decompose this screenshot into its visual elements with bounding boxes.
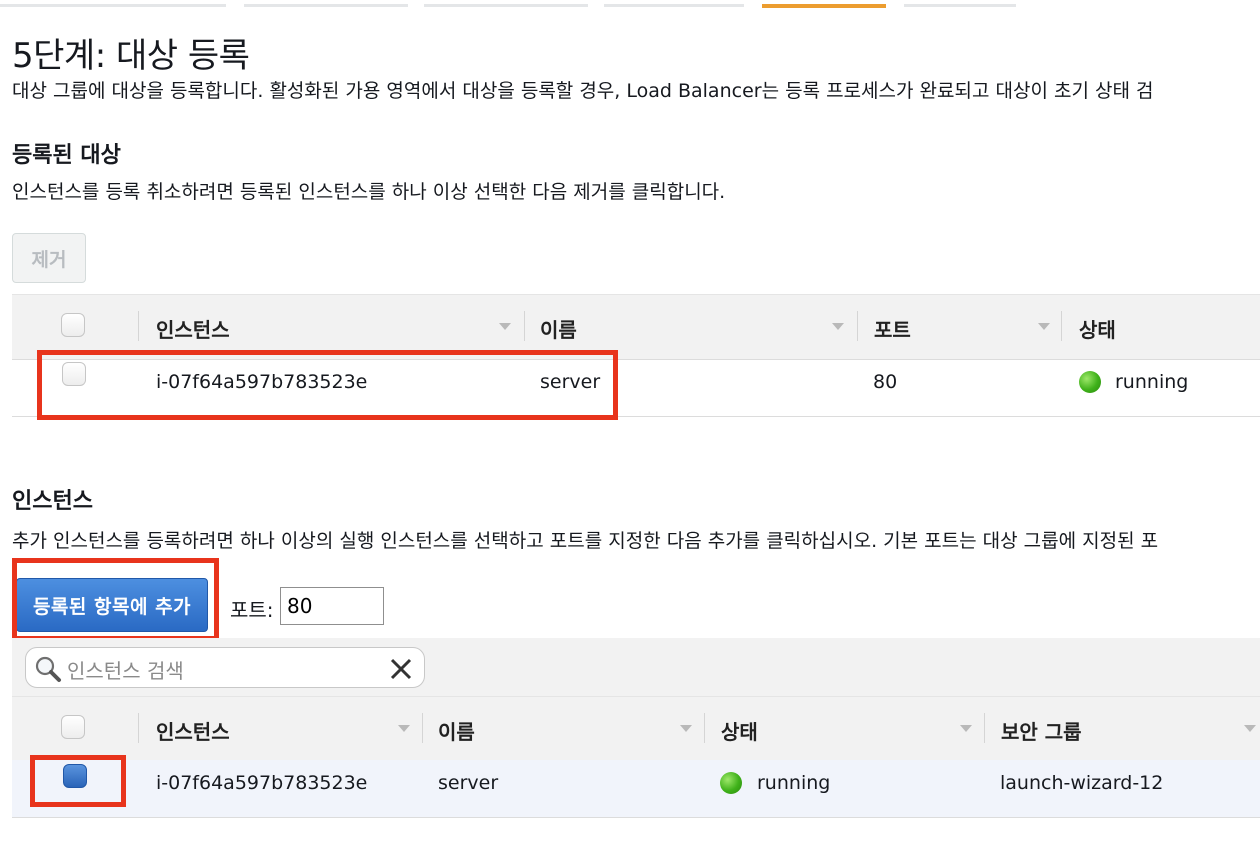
column-divider: [138, 311, 139, 341]
step-tab-5-active[interactable]: [762, 4, 886, 8]
col-header-security-group[interactable]: 보안 그룹: [1001, 716, 1082, 745]
column-divider: [704, 713, 705, 743]
column-divider: [524, 311, 525, 341]
column-divider: [422, 713, 423, 743]
instances-toolbar: 인스턴스 검색: [12, 638, 1260, 696]
sort-icon[interactable]: [832, 323, 844, 330]
instance-status: running: [757, 772, 831, 794]
sort-icon[interactable]: [1244, 725, 1256, 732]
step-tab-1[interactable]: [0, 4, 226, 7]
registered-status: running: [1115, 371, 1189, 393]
sort-icon[interactable]: [960, 725, 972, 732]
instance-name: server: [438, 772, 499, 794]
page-description: 대상 그룹에 대상을 등록합니다. 활성화된 가용 영역에서 대상을 등록할 경…: [12, 80, 1154, 102]
search-icon: [34, 655, 62, 687]
col-header-port[interactable]: 포트: [874, 314, 911, 343]
column-divider: [1061, 311, 1062, 341]
registered-targets-title: 등록된 대상: [12, 143, 121, 168]
step-tab-6[interactable]: [904, 4, 1016, 7]
sort-icon[interactable]: [499, 323, 511, 330]
page-title: 5단계: 대상 등록: [12, 36, 250, 76]
select-all-registered-checkbox[interactable]: [61, 313, 85, 337]
instances-table-header: 인스턴스 이름 상태 보안 그룹: [12, 696, 1260, 762]
column-divider: [857, 311, 858, 341]
instance-search-box[interactable]: 인스턴스 검색: [25, 647, 425, 688]
instances-table-row[interactable]: i-07f64a597b783523e server running launc…: [12, 760, 1260, 818]
col-header-instance[interactable]: 인스턴스: [156, 716, 230, 745]
clear-search-icon[interactable]: [389, 657, 413, 685]
highlight-box-instance-checkbox: [30, 755, 126, 807]
step-tab-3[interactable]: [424, 4, 588, 7]
sort-icon[interactable]: [398, 725, 410, 732]
sort-icon[interactable]: [1038, 323, 1050, 330]
port-label: 포트:: [230, 598, 274, 622]
remove-button[interactable]: 제거: [12, 233, 86, 283]
instance-id: i-07f64a597b783523e: [156, 772, 368, 794]
step-tab-2[interactable]: [244, 4, 408, 7]
col-header-instance[interactable]: 인스턴스: [156, 314, 230, 343]
instances-title: 인스턴스: [12, 489, 93, 514]
instances-description: 추가 인스턴스를 등록하려면 하나 이상의 실행 인스턴스를 선택하고 포트를 …: [12, 530, 1159, 552]
sort-icon[interactable]: [680, 725, 692, 732]
step-tab-4[interactable]: [604, 4, 744, 7]
running-status-icon: [1079, 371, 1101, 393]
registered-targets-description: 인스턴스를 등록 취소하려면 등록된 인스턴스를 하나 이상 선택한 다음 제거…: [12, 181, 726, 203]
running-status-icon: [720, 772, 742, 794]
highlight-box-add-button: [12, 558, 219, 641]
col-header-name[interactable]: 이름: [438, 716, 475, 745]
column-divider: [138, 713, 139, 743]
column-divider: [984, 713, 985, 743]
highlight-box-registered-row: [37, 350, 618, 420]
instance-security-group: launch-wizard-12: [1000, 772, 1164, 794]
search-placeholder: 인스턴스 검색: [67, 659, 184, 683]
port-input[interactable]: [280, 587, 384, 625]
registered-port: 80: [873, 371, 898, 393]
col-header-status[interactable]: 상태: [721, 716, 758, 745]
col-header-status[interactable]: 상태: [1079, 314, 1116, 343]
select-all-instances-checkbox[interactable]: [61, 715, 85, 739]
col-header-name[interactable]: 이름: [540, 314, 577, 343]
